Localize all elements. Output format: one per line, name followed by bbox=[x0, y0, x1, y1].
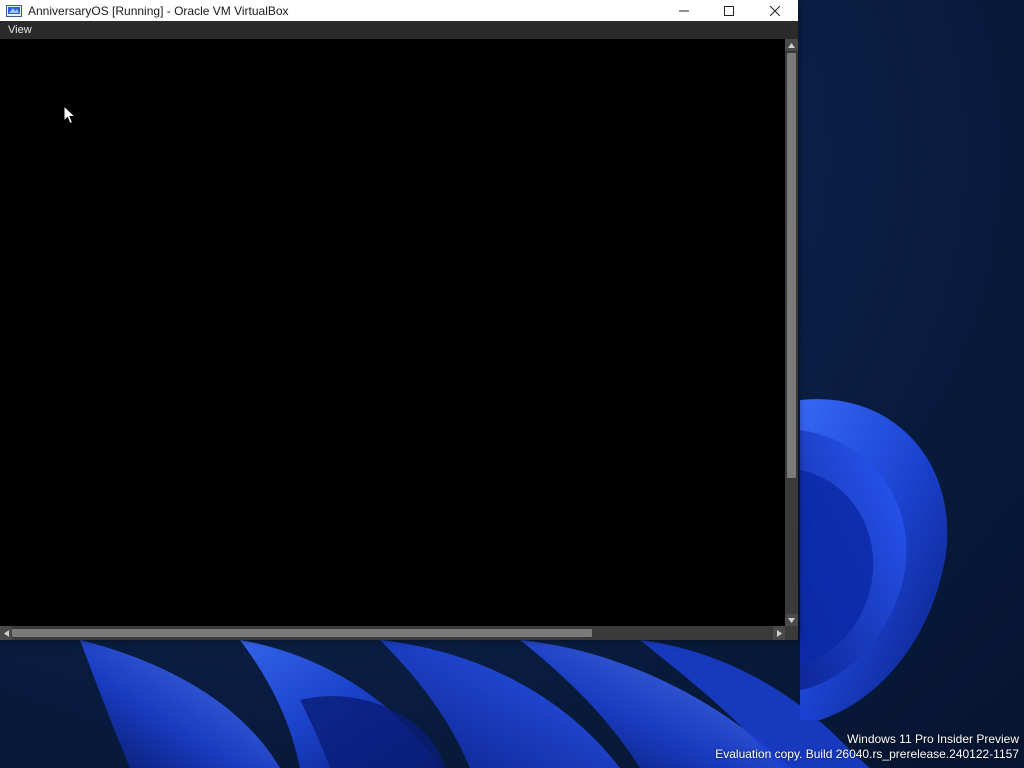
window-title: AnniversaryOS [Running] - Oracle VM Virt… bbox=[28, 3, 289, 18]
watermark-edition: Windows 11 Pro Insider Preview bbox=[847, 732, 1019, 746]
title-bar[interactable]: AnniversaryOS [Running] - Oracle VM Virt… bbox=[0, 0, 798, 21]
horizontal-scrollbar[interactable] bbox=[0, 626, 785, 640]
mouse-cursor-icon bbox=[63, 105, 76, 125]
arrow-down-icon bbox=[788, 617, 795, 623]
arrow-left-icon bbox=[3, 629, 9, 637]
horizontal-scroll-thumb[interactable] bbox=[12, 629, 592, 637]
scroll-left-button[interactable] bbox=[0, 626, 12, 640]
close-icon bbox=[770, 5, 780, 16]
scrollbar-corner bbox=[785, 626, 798, 640]
arrow-up-icon bbox=[788, 42, 795, 48]
vertical-scrollbar[interactable] bbox=[785, 39, 798, 626]
vm-display-area[interactable] bbox=[0, 39, 785, 626]
arrow-right-icon bbox=[776, 629, 782, 637]
menu-bar: View bbox=[0, 21, 798, 39]
maximize-button[interactable] bbox=[706, 0, 752, 21]
minimize-button[interactable] bbox=[661, 0, 707, 21]
virtualbox-vm-window: AnniversaryOS [Running] - Oracle VM Virt… bbox=[0, 0, 798, 640]
menu-view[interactable]: View bbox=[0, 21, 40, 39]
windows-evaluation-watermark: Windows 11 Pro Insider Preview Evaluatio… bbox=[715, 732, 1019, 762]
close-button[interactable] bbox=[752, 0, 798, 21]
minimize-icon bbox=[679, 10, 689, 11]
scroll-right-button[interactable] bbox=[773, 626, 785, 640]
vertical-scroll-thumb[interactable] bbox=[787, 53, 796, 478]
maximize-icon bbox=[724, 5, 734, 16]
scroll-down-button[interactable] bbox=[785, 614, 798, 626]
virtualbox-icon bbox=[6, 4, 22, 18]
watermark-build: Evaluation copy. Build 26040.rs_prerelea… bbox=[715, 747, 1019, 761]
scroll-up-button[interactable] bbox=[785, 39, 798, 51]
